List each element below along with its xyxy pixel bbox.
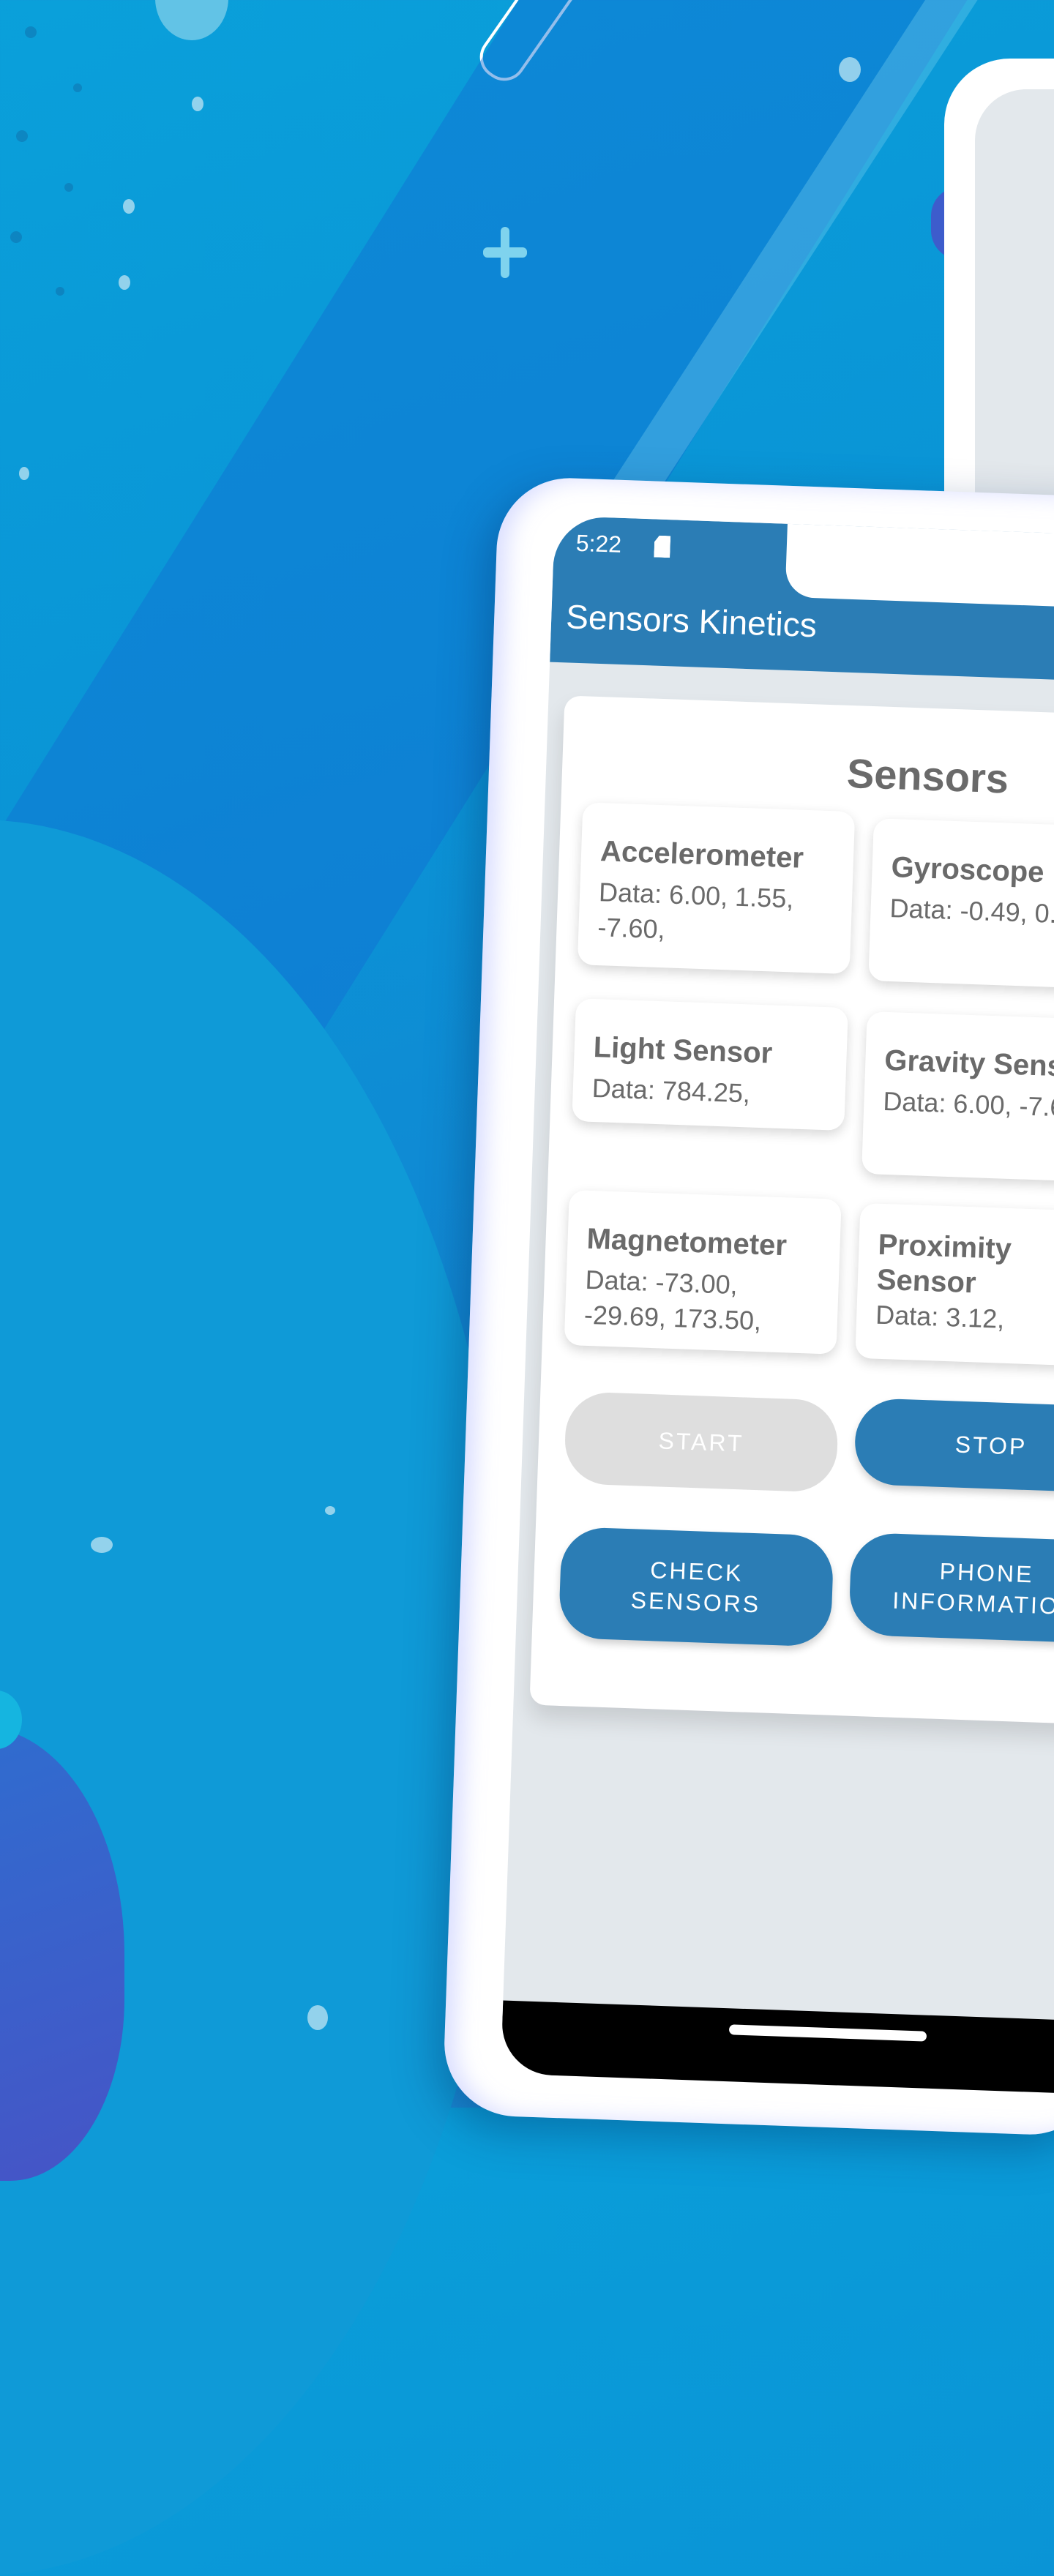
decorative-dot bbox=[56, 287, 64, 296]
phone-screen: 5:22 Sensors Kinetics Sensors Accelerome… bbox=[500, 515, 1054, 2096]
sensor-card-proximity-sensor[interactable]: Proximity Sensor Data: 3.12, bbox=[855, 1202, 1054, 1368]
sensor-card-accelerometer[interactable]: Accelerometer Data: 6.00, 1.55, -7.60, bbox=[577, 802, 856, 975]
sensor-name: Proximity Sensor bbox=[876, 1228, 1012, 1300]
decorative-circle bbox=[155, 0, 228, 40]
background-blob bbox=[0, 820, 512, 2576]
sensor-card-gravity-sensor[interactable]: Gravity Sensor Data: 6.00, -7.60, bbox=[861, 1011, 1054, 1183]
decorative-dot bbox=[123, 199, 135, 214]
app-title: Sensors Kinetics bbox=[565, 597, 818, 645]
decorative-dot bbox=[10, 231, 22, 243]
sd-card-icon bbox=[654, 535, 670, 558]
sensor-card-magnetometer[interactable]: Magnetometer Data: -73.00, -29.69, 173.5… bbox=[564, 1189, 842, 1355]
decorative-dot bbox=[19, 467, 29, 480]
sensor-name: Light Sensor bbox=[593, 1030, 773, 1070]
decorative-dot bbox=[325, 1506, 335, 1515]
stop-button[interactable]: STOP bbox=[853, 1397, 1054, 1494]
phone-information-button[interactable]: PHONE INFORMATION bbox=[848, 1532, 1054, 1644]
section-title-text: Sensors bbox=[846, 749, 1010, 802]
back-phone-screen bbox=[975, 89, 1054, 542]
decorative-dot bbox=[73, 83, 82, 92]
sensor-name: Accelerometer bbox=[599, 835, 804, 875]
plus-icon bbox=[483, 227, 527, 278]
sensor-data: Data: -73.00, -29.69, 173.50, bbox=[583, 1264, 762, 1336]
sensors-panel: Sensors Accelerometer Data: 6.00, 1.55, … bbox=[529, 695, 1054, 1726]
sensor-data: Data: 784.25, bbox=[591, 1072, 751, 1109]
sensor-data: Data: 6.00, -7.60, bbox=[882, 1085, 1054, 1123]
decorative-dot bbox=[91, 1537, 113, 1553]
sensor-data: Data: 3.12, bbox=[875, 1299, 1006, 1334]
phone-mockup: 5:22 Sensors Kinetics Sensors Accelerome… bbox=[441, 476, 1054, 2138]
decorative-dot bbox=[119, 275, 130, 290]
app-bar: 5:22 Sensors Kinetics bbox=[550, 515, 1054, 684]
decorative-dot bbox=[307, 2005, 328, 2030]
sensor-name: Gravity Sensor bbox=[883, 1044, 1054, 1084]
sensor-card-gyroscope[interactable]: Gyroscope Data: -0.49, 0.55, bbox=[868, 818, 1054, 991]
sensor-data: Data: 6.00, 1.55, -7.60, bbox=[597, 877, 794, 945]
decorative-dot bbox=[839, 57, 861, 82]
sensor-name: Magnetometer bbox=[586, 1222, 788, 1262]
status-time: 5:22 bbox=[575, 529, 622, 558]
decorative-dot bbox=[64, 183, 73, 192]
sensor-data: Data: -0.49, 0.55, bbox=[889, 892, 1054, 930]
section-title: Sensors bbox=[561, 739, 1054, 807]
sensor-name: Gyroscope bbox=[890, 851, 1045, 889]
back-phone-frame bbox=[944, 59, 1054, 542]
sensor-card-light-sensor[interactable]: Light Sensor Data: 784.25, bbox=[572, 998, 848, 1131]
decorative-dot bbox=[192, 97, 203, 111]
decorative-dot bbox=[25, 26, 37, 38]
check-sensors-button[interactable]: CHECK SENSORS bbox=[558, 1526, 834, 1647]
decorative-dot bbox=[16, 130, 28, 142]
sensor-grid: Accelerometer Data: 6.00, 1.55, -7.60, G… bbox=[558, 802, 1054, 1647]
start-button[interactable]: START bbox=[564, 1390, 840, 1493]
